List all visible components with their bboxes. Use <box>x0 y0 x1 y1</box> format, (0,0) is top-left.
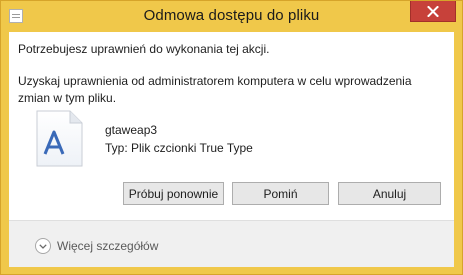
dialog-footer: Więcej szczegółów <box>9 220 454 267</box>
instruction-message: Uzyskaj uprawnienia od administratorem k… <box>18 74 412 105</box>
permission-message: Potrzebujesz uprawnień do wykonania tej … <box>18 42 270 56</box>
window-title: Odmowa dostępu do pliku <box>143 7 320 24</box>
skip-button[interactable]: Pomiń <box>232 182 329 205</box>
close-button[interactable] <box>410 1 456 22</box>
chevron-down-icon <box>35 238 51 254</box>
dialog-content: Potrzebujesz uprawnień do wykonania tej … <box>9 32 454 220</box>
dialog-window: Odmowa dostępu do pliku Potrzebujesz upr… <box>0 0 463 275</box>
font-file-icon <box>36 110 83 167</box>
title-bar[interactable]: Odmowa dostępu do pliku <box>1 1 462 32</box>
more-details-label: Więcej szczegółów <box>57 239 159 253</box>
file-name: gtaweap3 <box>105 123 158 137</box>
retry-button[interactable]: Próbuj ponownie <box>123 182 224 205</box>
more-details-toggle[interactable]: Więcej szczegółów <box>35 237 158 255</box>
cancel-button[interactable]: Anuluj <box>338 182 441 205</box>
file-type: Typ: Plik czcionki True Type <box>105 141 253 155</box>
close-icon <box>427 5 439 17</box>
